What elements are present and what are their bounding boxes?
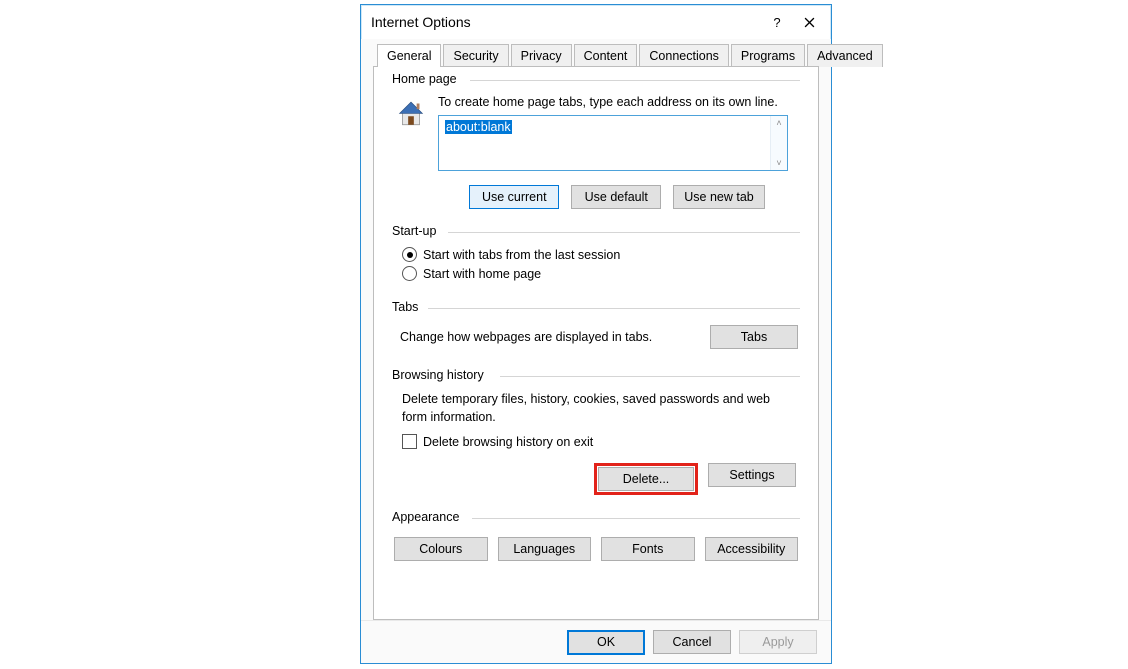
titlebar: Internet Options ? [361, 5, 831, 39]
group-appearance: Appearance Colours Languages Fonts Acces… [392, 519, 800, 569]
languages-button[interactable]: Languages [498, 537, 592, 561]
delete-on-exit-label: Delete browsing history on exit [423, 435, 593, 449]
settings-button[interactable]: Settings [708, 463, 796, 487]
tabs-button[interactable]: Tabs [710, 325, 798, 349]
radio-last-session[interactable]: Start with tabs from the last session [402, 247, 798, 262]
tab-general[interactable]: General [377, 44, 441, 67]
close-button[interactable] [793, 10, 825, 34]
radio-home-page[interactable]: Start with home page [402, 266, 798, 281]
accessibility-button[interactable]: Accessibility [705, 537, 799, 561]
tab-body: Home page To create home page tabs, type… [373, 66, 819, 620]
delete-button-highlight: Delete... [594, 463, 698, 495]
legend-browsing-history: Browsing history [392, 368, 488, 382]
use-new-tab-button[interactable]: Use new tab [673, 185, 764, 209]
dialog-title: Internet Options [371, 14, 761, 30]
apply-button[interactable]: Apply [739, 630, 817, 654]
home-icon [394, 95, 428, 129]
cancel-button[interactable]: Cancel [653, 630, 731, 654]
use-current-button[interactable]: Use current [469, 185, 559, 209]
scroll-up-icon[interactable]: ˄ [776, 118, 781, 128]
browsing-history-text: Delete temporary files, history, cookies… [402, 391, 796, 426]
group-home-page: Home page To create home page tabs, type… [392, 81, 800, 217]
home-page-instruction: To create home page tabs, type each addr… [438, 95, 798, 109]
legend-appearance: Appearance [392, 510, 463, 524]
fonts-button[interactable]: Fonts [601, 537, 695, 561]
delete-button[interactable]: Delete... [598, 467, 694, 491]
group-startup: Start-up Start with tabs from the last s… [392, 233, 800, 293]
legend-home-page: Home page [392, 72, 461, 86]
tab-privacy[interactable]: Privacy [511, 44, 572, 67]
radio-last-session-label: Start with tabs from the last session [423, 248, 620, 262]
addr-scrollbar[interactable]: ˄ ˅ [770, 116, 787, 170]
dialog-button-row: OK Cancel Apply [361, 620, 831, 663]
radio-icon [402, 247, 417, 262]
tab-strip: General Security Privacy Content Connect… [377, 43, 819, 66]
group-tabs: Tabs Change how webpages are displayed i… [392, 309, 800, 357]
checkbox-icon [402, 434, 417, 449]
scroll-down-icon[interactable]: ˅ [776, 158, 781, 168]
tab-advanced[interactable]: Advanced [807, 44, 883, 67]
home-page-value: about:blank [445, 120, 512, 134]
legend-tabs: Tabs [392, 300, 422, 314]
internet-options-dialog: Internet Options ? General Security Priv… [360, 4, 832, 664]
group-browsing-history: Browsing history Delete temporary files,… [392, 377, 800, 503]
tab-connections[interactable]: Connections [639, 44, 729, 67]
use-default-button[interactable]: Use default [571, 185, 661, 209]
client-area: General Security Privacy Content Connect… [361, 39, 831, 620]
home-page-addresses[interactable]: about:blank ˄ ˅ [438, 115, 788, 171]
delete-on-exit-checkbox-row[interactable]: Delete browsing history on exit [402, 434, 798, 449]
radio-home-page-label: Start with home page [423, 267, 541, 281]
tabs-section-text: Change how webpages are displayed in tab… [400, 330, 694, 344]
tab-content[interactable]: Content [574, 44, 638, 67]
legend-startup: Start-up [392, 224, 440, 238]
radio-icon [402, 266, 417, 281]
tab-programs[interactable]: Programs [731, 44, 805, 67]
colours-button[interactable]: Colours [394, 537, 488, 561]
tab-security[interactable]: Security [443, 44, 508, 67]
ok-button[interactable]: OK [567, 630, 645, 655]
help-button[interactable]: ? [761, 10, 793, 34]
